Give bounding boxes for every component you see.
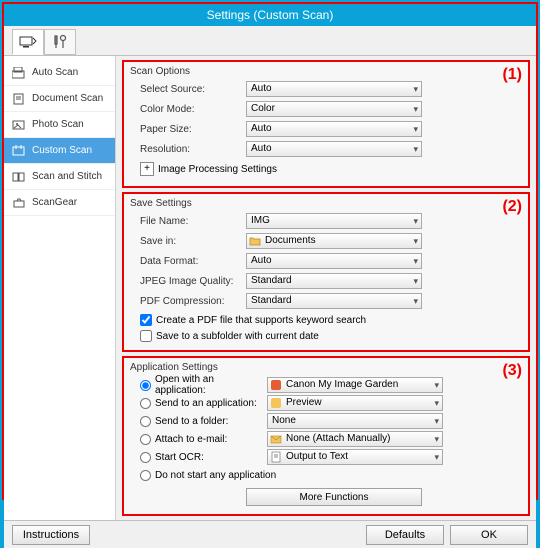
send-to-folder-dropdown[interactable]: None [267,413,443,429]
save-in-label: Save in: [130,236,246,247]
do-not-start-label: Do not start any application [155,470,276,481]
paper-size-dropdown[interactable]: Auto [246,121,422,137]
tab-scan-from-computer[interactable] [12,29,44,55]
attach-email-label: Attach to e-mail: [155,434,263,445]
scangear-icon [12,197,26,209]
data-format-dropdown[interactable]: Auto [246,253,422,269]
sidebar-item-scangear[interactable]: ScanGear [4,190,115,216]
ok-button[interactable]: OK [450,525,528,545]
attach-email-radio[interactable] [140,434,151,445]
pdf-compression-dropdown[interactable]: Standard [246,293,422,309]
send-to-app-radio[interactable] [140,398,151,409]
sidebar-item-custom-scan[interactable]: Custom Scan [4,138,115,164]
paper-size-label: Paper Size: [130,124,246,135]
preview-icon [270,397,282,409]
jpeg-quality-dropdown[interactable]: Standard [246,273,422,289]
group-application-settings: (3) Application Settings Open with an ap… [122,356,530,516]
send-to-app-dropdown[interactable]: Preview [267,395,443,411]
send-to-folder-radio[interactable] [140,416,151,427]
send-to-folder-label: Send to a folder: [155,416,263,427]
window-body: Auto Scan Document Scan Photo Scan Custo… [4,26,536,548]
keyword-search-label: Create a PDF file that supports keyword … [156,315,366,326]
sidebar-item-label: Auto Scan [32,67,78,78]
callout-2: (2) [502,198,522,216]
file-name-combo[interactable]: IMG [246,213,422,229]
jpeg-quality-label: JPEG Image Quality: [130,276,246,287]
sidebar-item-label: Photo Scan [32,119,84,130]
content-pane: (1) Scan Options Select Source: Auto Col… [116,56,536,520]
do-not-start-radio[interactable] [140,470,151,481]
group-save-settings: (2) Save Settings File Name: IMG Save in… [122,192,530,352]
data-format-label: Data Format: [130,256,246,267]
callout-1: (1) [502,66,522,84]
pdf-compression-label: PDF Compression: [130,296,246,307]
group-title: Save Settings [130,198,522,209]
start-ocr-radio[interactable] [140,452,151,463]
open-with-app-dropdown[interactable]: Canon My Image Garden [267,377,443,393]
callout-3: (3) [502,362,522,380]
attach-email-dropdown[interactable]: None (Attach Manually) [267,431,443,447]
open-with-app-radio[interactable] [140,380,151,391]
image-processing-expander[interactable]: + [140,162,154,176]
app-icon [270,379,282,391]
subfolder-date-checkbox[interactable] [140,330,152,342]
group-title: Application Settings [130,362,522,373]
start-ocr-label: Start OCR: [155,452,263,463]
select-source-label: Select Source: [130,84,246,95]
save-in-dropdown[interactable]: Documents [246,233,422,249]
stitch-icon [12,171,26,183]
send-to-app-label: Send to an application: [155,398,263,409]
text-icon [270,451,282,463]
select-source-dropdown[interactable]: Auto [246,81,422,97]
sidebar-item-label: Scan and Stitch [32,171,102,182]
more-functions-button[interactable]: More Functions [246,488,422,506]
subfolder-date-label: Save to a subfolder with current date [156,331,319,342]
sidebar-item-label: Custom Scan [32,145,92,156]
titlebar: Settings (Custom Scan) [4,4,536,26]
start-ocr-dropdown[interactable]: Output to Text [267,449,443,465]
sidebar-item-document-scan[interactable]: Document Scan [4,86,115,112]
instructions-button[interactable]: Instructions [12,525,90,545]
annotation-outline: Settings (Custom Scan) Auto Scan Documen… [2,2,538,500]
mail-icon [270,433,282,445]
screwdriver-wrench-icon [52,34,68,50]
window-title: Settings (Custom Scan) [207,8,334,22]
resolution-label: Resolution: [130,144,246,155]
document-icon [12,93,26,105]
file-name-label: File Name: [130,216,246,227]
group-scan-options: (1) Scan Options Select Source: Auto Col… [122,60,530,188]
open-with-app-label: Open with an application: [155,374,263,396]
keyword-search-checkbox[interactable] [140,314,152,326]
color-mode-label: Color Mode: [130,104,246,115]
color-mode-dropdown[interactable]: Color [246,101,422,117]
photo-icon [12,119,26,131]
sidebar-item-label: ScanGear [32,197,77,208]
folder-icon [249,235,261,247]
monitor-scan-icon [19,35,37,49]
tab-tools[interactable] [44,29,76,55]
category-sidebar: Auto Scan Document Scan Photo Scan Custo… [4,56,116,520]
auto-scan-icon [12,67,26,79]
image-processing-label: Image Processing Settings [158,164,277,175]
sidebar-item-photo-scan[interactable]: Photo Scan [4,112,115,138]
defaults-button[interactable]: Defaults [366,525,444,545]
sidebar-item-scan-and-stitch[interactable]: Scan and Stitch [4,164,115,190]
resolution-dropdown[interactable]: Auto [246,141,422,157]
dialog-footer: Instructions Defaults OK [4,520,536,548]
sidebar-item-auto-scan[interactable]: Auto Scan [4,60,115,86]
settings-top-tabs [4,26,536,56]
group-title: Scan Options [130,66,522,77]
sidebar-item-label: Document Scan [32,93,103,104]
custom-scan-icon [12,145,26,157]
